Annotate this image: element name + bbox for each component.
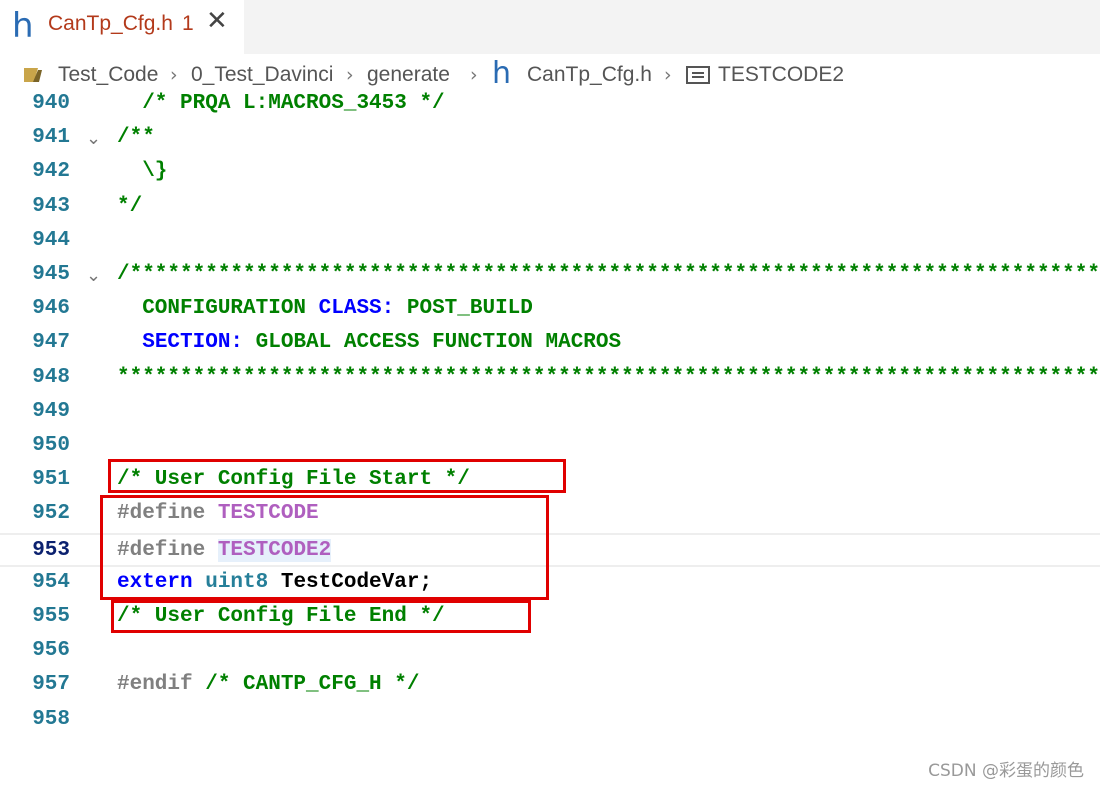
chevron-right-icon: ›: [346, 64, 354, 86]
code-token: /***************************************…: [117, 263, 1100, 286]
breadcrumb-item-0-test-davinci[interactable]: 0_Test_Davinci: [191, 63, 333, 87]
code-token: #endif: [117, 673, 206, 697]
line-number: 954: [32, 570, 70, 594]
line-number: 942: [32, 160, 70, 184]
symbol-constant-icon: [686, 66, 710, 84]
line-number: 941: [32, 126, 70, 150]
tab-bar: h CanTp_Cfg.h 1 ✕: [0, 0, 1100, 54]
line-number: 950: [32, 434, 70, 457]
code-text: #endif /* CANTP_CFG_H */: [117, 673, 419, 696]
highlight-box-start-comment: [108, 459, 566, 493]
code-line[interactable]: 942 \}: [0, 156, 1100, 190]
line-number: 957: [32, 673, 70, 697]
code-line[interactable]: 940 /* PRQA L:MACROS_3453 */: [0, 88, 1100, 122]
breadcrumb-item-symbol[interactable]: TESTCODE2: [718, 63, 844, 87]
code-token: SECTION:: [142, 331, 244, 355]
line-number: 943: [32, 194, 70, 218]
line-number: 956: [32, 639, 70, 663]
highlight-box-end-comment: [111, 600, 531, 633]
line-number: 948: [32, 365, 70, 389]
code-line[interactable]: 956: [0, 635, 1100, 669]
code-line[interactable]: 945 ⌄ /***********************************…: [0, 259, 1100, 293]
code-token: CONFIGURATION: [117, 297, 319, 321]
code-token: ****************************************…: [117, 365, 1100, 389]
fold-chevron-icon[interactable]: ⌄: [86, 128, 101, 149]
code-text: SECTION: GLOBAL ACCESS FUNCTION MACROS: [117, 331, 621, 354]
fold-chevron-icon[interactable]: ⌄: [86, 265, 101, 286]
code-line[interactable]: 957 #endif /* CANTP_CFG_H */: [0, 669, 1100, 703]
line-number: 945: [32, 263, 70, 286]
tab-filename: CanTp_Cfg.h: [48, 12, 173, 35]
code-line[interactable]: 949: [0, 396, 1100, 430]
code-line[interactable]: 943 */: [0, 191, 1100, 225]
code-text: /* PRQA L:MACROS_3453 */: [117, 92, 445, 115]
line-number: 947: [32, 331, 70, 355]
c-header-file-icon: h: [12, 6, 34, 46]
chevron-right-icon: ›: [470, 64, 478, 86]
code-editor[interactable]: 940 /* PRQA L:MACROS_3453 */ 941 ⌄ /** 942 \…: [0, 88, 1100, 788]
line-number: 951: [32, 468, 70, 492]
folder-icon: [24, 68, 42, 82]
code-line[interactable]: 946 CONFIGURATION CLASS: POST_BUILD: [0, 293, 1100, 327]
code-text: /***************************************…: [117, 263, 1100, 286]
breadcrumb-item-file[interactable]: CanTp_Cfg.h: [527, 63, 652, 87]
code-token: \}: [117, 160, 168, 184]
code-line[interactable]: 947 SECTION: GLOBAL ACCESS FUNCTION MACR…: [0, 327, 1100, 361]
highlight-box-definitions: [100, 495, 549, 600]
code-token: GLOBAL ACCESS FUNCTION MACROS: [243, 331, 622, 355]
watermark: CSDN @彩蛋的颜色: [928, 761, 1084, 781]
code-text: CONFIGURATION CLASS: POST_BUILD: [117, 297, 533, 320]
line-number: 940: [32, 92, 70, 115]
chevron-right-icon: ›: [170, 64, 178, 86]
code-token: /**: [117, 126, 155, 150]
code-line[interactable]: 948 *************************************…: [0, 362, 1100, 396]
line-number: 944: [32, 228, 70, 252]
chevron-right-icon: ›: [664, 64, 672, 86]
line-number: 952: [32, 502, 70, 526]
code-line[interactable]: 941 ⌄ /**: [0, 122, 1100, 156]
code-line[interactable]: 958: [0, 704, 1100, 738]
breadcrumb-item-generate[interactable]: generate: [367, 63, 450, 87]
code-token: */: [117, 194, 143, 218]
line-number: 955: [32, 605, 70, 628]
code-text: */: [117, 195, 142, 218]
code-token: CLASS:: [318, 297, 395, 321]
c-header-file-icon: h: [492, 56, 512, 91]
code-text: ****************************************…: [117, 366, 1100, 389]
problem-count-badge: 1: [182, 12, 194, 35]
code-text: \}: [117, 160, 167, 183]
breadcrumb-item-test-code[interactable]: Test_Code: [58, 63, 158, 87]
line-number: 958: [32, 707, 70, 731]
line-number: 946: [32, 297, 70, 321]
code-token: /* CANTP_CFG_H */: [205, 673, 420, 697]
code-token: POST_BUILD: [394, 297, 533, 321]
code-token: /* PRQA L:MACROS_3453 */: [117, 92, 445, 115]
line-number: 953: [32, 538, 70, 562]
code-line[interactable]: 944: [0, 225, 1100, 259]
close-icon[interactable]: ✕: [206, 6, 228, 36]
tab-cantp-cfg[interactable]: h CanTp_Cfg.h 1 ✕: [0, 0, 244, 54]
code-text: /**: [117, 126, 155, 149]
line-number: 949: [32, 399, 70, 423]
